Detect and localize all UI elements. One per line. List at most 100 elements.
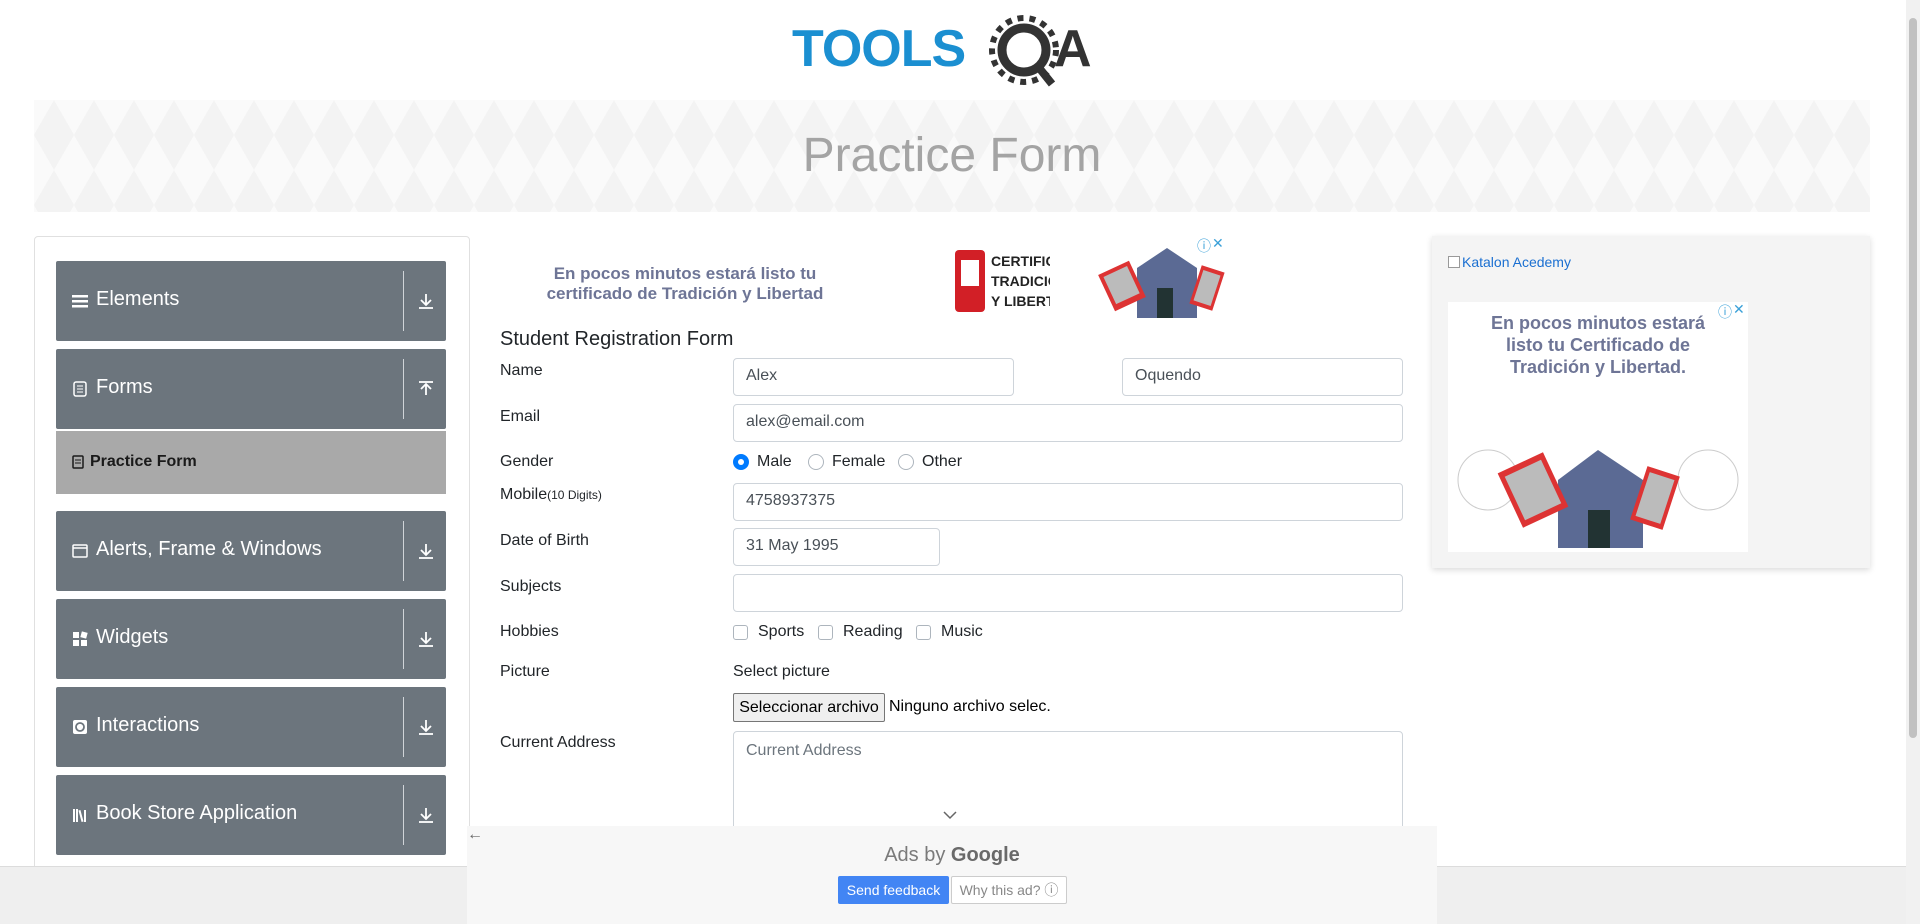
cert-line-1: CERTIFICADO	[991, 253, 1050, 269]
download-arrow-icon[interactable]	[416, 629, 436, 649]
radio-button-selected[interactable]	[733, 454, 749, 470]
cert-line-3: Y LIBERTAD	[991, 293, 1050, 309]
divider	[403, 271, 404, 331]
date-of-birth-input[interactable]: 31 May 1995	[733, 528, 940, 566]
sidebar-item-practice-form[interactable]: Practice Form	[56, 431, 446, 494]
radio-label: Other	[922, 453, 963, 470]
checkbox[interactable]	[733, 624, 748, 640]
certificate-ad-graphic: CERTIFICADO TRADICIÓN Y LIBERTAD	[955, 250, 1050, 312]
subjects-label: Subjects	[500, 578, 562, 595]
house-ad-illustration	[1457, 449, 1739, 548]
ads-by-google: Ads by Google	[467, 844, 1437, 867]
divider	[403, 697, 404, 757]
scrollbar[interactable]	[1906, 0, 1920, 924]
sidebar-group-label: Widgets	[96, 626, 169, 648]
bookstore-icon	[73, 809, 86, 823]
download-arrow-icon[interactable]	[416, 541, 436, 561]
form-icon	[73, 381, 87, 397]
file-status: Ninguno archivo selec.	[889, 698, 1051, 715]
checkbox-label: Sports	[758, 623, 805, 640]
sidebar-group-bookstore[interactable]: Book Store Application	[56, 775, 446, 855]
ad-text: En pocos minutos estará listo tu certifi…	[546, 264, 824, 303]
back-arrow-icon[interactable]: ←	[467, 826, 483, 844]
google-ads-panel: ← Ads by Google Send feedback Why this a…	[467, 826, 1437, 924]
form-title: Student Registration Form	[500, 328, 734, 350]
choose-file-button[interactable]: Seleccionar archivo	[733, 693, 885, 722]
close-icon[interactable]: ✕	[1212, 235, 1224, 252]
ad-text: En pocos minutos estará listo tu Certifi…	[1490, 313, 1706, 377]
why-this-ad-button[interactable]: Why this ad? ⓘ	[951, 876, 1067, 904]
divider	[403, 609, 404, 669]
form-icon	[72, 455, 84, 469]
hobby-checkbox-music[interactable]: Music	[916, 623, 983, 641]
last-name-input[interactable]: Oquendo	[1122, 358, 1403, 396]
upload-arrow-icon[interactable]	[416, 379, 436, 399]
sidebar-group-interactions[interactable]: Interactions	[56, 687, 446, 767]
divider	[403, 521, 404, 581]
download-arrow-icon[interactable]	[416, 291, 436, 311]
svg-text:TOOLS: TOOLS	[792, 20, 965, 78]
broken-image-icon	[1448, 256, 1460, 268]
page-title: Practice Form	[802, 129, 1102, 182]
widgets-icon	[73, 631, 88, 646]
sidebar-group-label: Alerts, Frame & Windows	[96, 538, 322, 560]
sidebar-group-alerts[interactable]: Alerts, Frame & Windows	[56, 511, 446, 591]
checkbox-label: Reading	[843, 623, 903, 640]
checkbox[interactable]	[916, 624, 931, 640]
radio-label: Female	[832, 453, 886, 470]
google-text: Google	[950, 844, 1020, 866]
gender-radio-male[interactable]: Male	[733, 453, 792, 471]
checkbox[interactable]	[818, 624, 833, 640]
ads-by-text: Ads by	[884, 844, 946, 866]
scrollbar-thumb[interactable]	[1909, 18, 1917, 738]
hamburger-icon	[72, 295, 88, 308]
close-icon[interactable]: ✕	[1733, 301, 1745, 318]
svg-text:A: A	[1054, 20, 1092, 78]
header: TOOLS A	[0, 0, 1920, 100]
dob-label: Date of Birth	[500, 532, 589, 549]
first-name-input[interactable]: Alex	[733, 358, 1014, 396]
current-address-textarea[interactable]: Current Address	[733, 731, 1403, 831]
sidebar-group-widgets[interactable]: Widgets	[56, 599, 446, 679]
gender-label: Gender	[500, 453, 554, 470]
divider	[403, 785, 404, 845]
subjects-input[interactable]	[733, 574, 1403, 612]
radio-label: Male	[757, 453, 792, 470]
katalon-link-text: Katalon Acedemy	[1462, 254, 1571, 270]
cert-line-2: TRADICIÓN	[991, 272, 1050, 289]
checkbox-label: Music	[941, 623, 983, 640]
hobby-checkbox-reading[interactable]: Reading	[818, 623, 903, 641]
adchoices-icon[interactable]: ⓘ	[1197, 236, 1211, 256]
name-label: Name	[500, 362, 543, 379]
download-arrow-icon[interactable]	[416, 805, 436, 825]
toolsqa-logo[interactable]: TOOLS A	[792, 14, 1114, 90]
ad-banner-top[interactable]: En pocos minutos estará listo tu certifi…	[500, 235, 1230, 322]
mobile-input[interactable]: 4758937375	[733, 483, 1403, 521]
katalon-academy-link[interactable]: Katalon Acedemy	[1448, 254, 1571, 270]
gender-radio-female[interactable]: Female	[808, 453, 885, 471]
picture-label: Picture	[500, 663, 550, 680]
sidebar: Elements Forms Practice Form Alerts, Fra…	[34, 236, 470, 876]
send-feedback-button[interactable]: Send feedback	[838, 876, 949, 904]
ad-box[interactable]: En pocos minutos estará listo tu Certifi…	[1448, 301, 1748, 552]
divider	[403, 359, 404, 419]
sidebar-group-elements[interactable]: Elements	[56, 261, 446, 341]
mobile-label-text: Mobile	[500, 486, 548, 503]
right-ad[interactable]: Katalon Acedemy En pocos minutos estará …	[1432, 236, 1870, 568]
sidebar-item-label: Practice Form	[90, 453, 197, 470]
sidebar-group-label: Forms	[96, 376, 153, 398]
mobile-hint: (10 Digits)	[547, 488, 602, 502]
radio-button[interactable]	[808, 454, 824, 470]
radio-button[interactable]	[898, 454, 914, 470]
hobby-checkbox-sports[interactable]: Sports	[733, 623, 804, 641]
window-icon	[72, 544, 88, 558]
gender-radio-other[interactable]: Other	[898, 453, 962, 471]
sidebar-group-forms[interactable]: Forms	[56, 349, 446, 429]
adchoices-icon[interactable]: ⓘ	[1718, 302, 1732, 322]
email-input[interactable]: alex@email.com	[733, 404, 1403, 442]
chevron-down-icon[interactable]	[943, 810, 957, 820]
email-label: Email	[500, 408, 541, 425]
interactions-icon	[73, 720, 87, 734]
download-arrow-icon[interactable]	[416, 717, 436, 737]
page-banner: Practice Form	[34, 100, 1870, 212]
